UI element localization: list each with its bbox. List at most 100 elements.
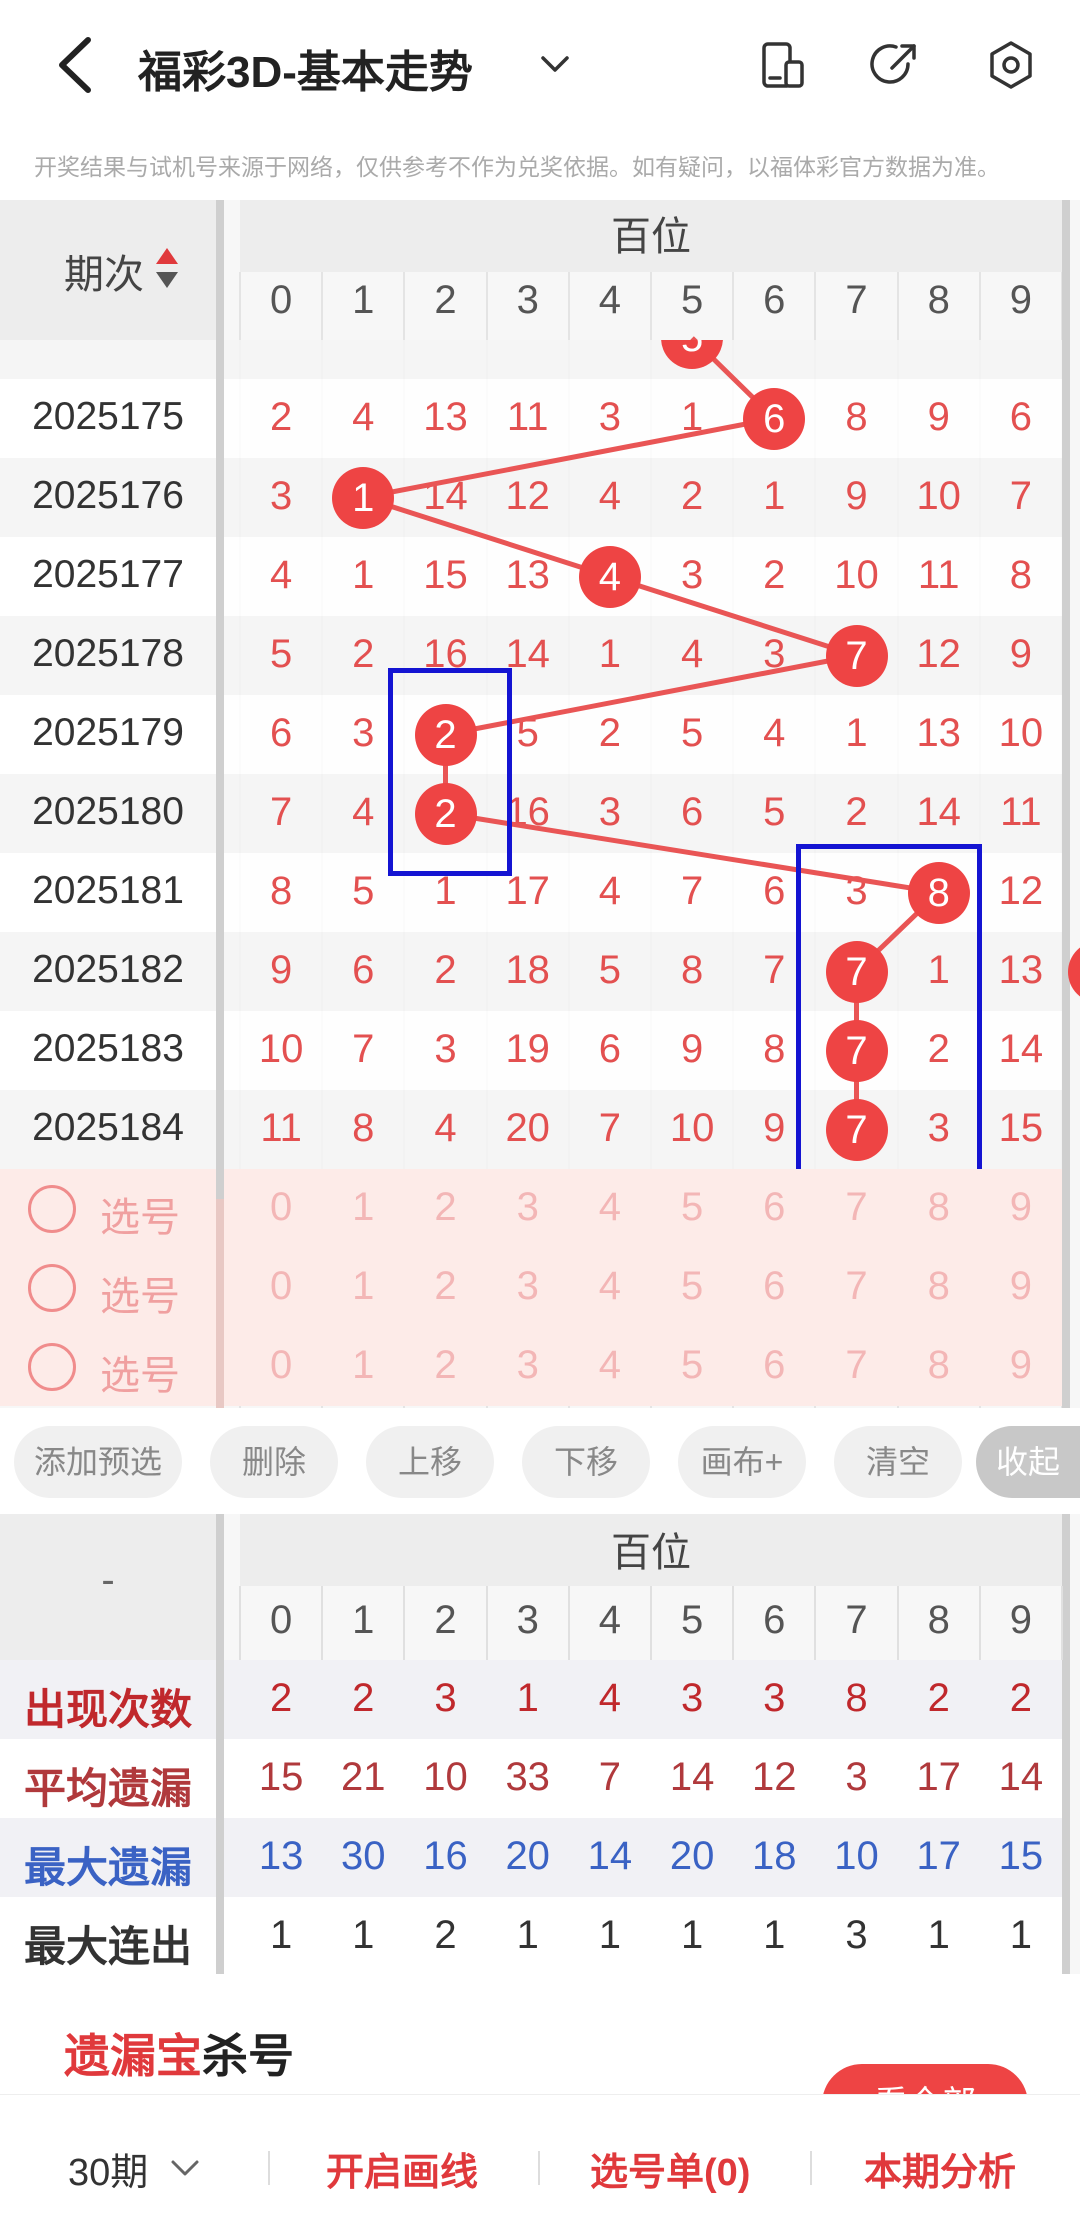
period-analysis-button[interactable]: 本期分析 — [864, 2141, 1016, 2196]
pick-digit-9[interactable]: 9 — [980, 1343, 1062, 1388]
stats-value: 3 — [763, 1676, 786, 1720]
column-divider — [650, 1586, 652, 1660]
pick-radio-1[interactable] — [28, 1264, 76, 1312]
column-divider — [239, 1586, 241, 1660]
highlight-box-2 — [388, 668, 512, 876]
enable-drawing-button[interactable]: 开启画线 — [326, 2141, 478, 2196]
period-select[interactable]: 30期 — [68, 2141, 148, 2196]
pick-digit-3[interactable]: 3 — [487, 1264, 569, 1309]
pick-list-button[interactable]: 选号单(0) — [590, 2141, 750, 2196]
stats-digit-header-7: 7 — [845, 1598, 868, 1642]
column-divider — [321, 1586, 324, 1660]
card-title-highlight: 遗漏宝 — [64, 2030, 202, 2082]
pick-digit-6[interactable]: 6 — [733, 1185, 815, 1230]
stats-value: 15 — [998, 1834, 1044, 1878]
stats-value: 2 — [1009, 1676, 1033, 1720]
stats-row-label: 最大遗漏 — [23, 1844, 192, 1891]
stats-value: 2 — [927, 1676, 950, 1720]
stats-value: 8 — [845, 1676, 868, 1720]
card-title-rest: 杀号 — [202, 2030, 294, 2082]
stats-value: 13 — [258, 1834, 304, 1878]
delete-button[interactable]: 删除 — [210, 1426, 338, 1498]
frozen-column-divider — [216, 1199, 224, 1408]
pick-digit-3[interactable]: 3 — [487, 1343, 569, 1388]
pick-digit-4[interactable]: 4 — [569, 1264, 651, 1309]
divider — [268, 2151, 270, 2185]
pick-digit-2[interactable]: 2 — [404, 1343, 486, 1388]
pick-digit-8[interactable]: 8 — [898, 1185, 980, 1230]
stats-value: 20 — [505, 1834, 550, 1878]
canvas-plus-button[interactable]: 画布+ — [678, 1426, 806, 1498]
stats-digit-header-5: 5 — [680, 1598, 704, 1642]
stats-value: 17 — [916, 1755, 961, 1799]
column-divider — [978, 1586, 981, 1660]
pick-digit-6[interactable]: 6 — [733, 1343, 815, 1388]
pick-digit-9[interactable]: 9 — [980, 1185, 1062, 1230]
stats-table: - 百位 0123456789 出现次数 2 2 3 1 4 3 3 8 2 2 平均遗漏 15 21 10… — [0, 1514, 1080, 1976]
pick-radio-0[interactable] — [28, 1185, 76, 1233]
right-edge-divider — [1062, 1514, 1070, 1974]
stats-value: 1 — [763, 1913, 786, 1957]
pick-label: 选号 — [100, 1354, 180, 1398]
stats-value: 14 — [998, 1755, 1044, 1799]
pick-digit-1[interactable]: 1 — [322, 1264, 404, 1309]
pick-digit-2[interactable]: 2 — [404, 1264, 486, 1309]
stats-digit-header-1: 1 — [352, 1598, 375, 1642]
stats-value: 3 — [434, 1676, 457, 1720]
pick-digit-6[interactable]: 6 — [733, 1264, 815, 1309]
column-divider — [814, 1586, 817, 1660]
stats-corner: - — [101, 1558, 115, 1602]
move-down-button[interactable]: 下移 — [522, 1426, 650, 1498]
hit-ball: 1 — [332, 466, 395, 529]
stats-value: 1 — [516, 1913, 539, 1957]
trend-table: 期次 百位 0123456789 20251741312102978520251… — [0, 200, 1080, 1408]
pick-digit-2[interactable]: 2 — [404, 1185, 486, 1230]
stats-value: 12 — [752, 1755, 797, 1799]
stats-value: 30 — [341, 1834, 386, 1878]
pick-digit-7[interactable]: 7 — [815, 1185, 897, 1230]
bottom-bar: 30期 开启画线 选号单(0) 本期分析 — [0, 2094, 1080, 2237]
chevron-down-icon[interactable] — [168, 2151, 202, 2185]
column-divider — [485, 1586, 488, 1660]
page-title[interactable]: 福彩3D-基本走势 — [138, 36, 473, 100]
pick-digit-3[interactable]: 3 — [487, 1185, 569, 1230]
clear-button[interactable]: 清空 — [834, 1426, 962, 1498]
chevron-down-icon[interactable] — [535, 44, 575, 84]
pick-digit-4[interactable]: 4 — [569, 1343, 651, 1388]
stats-digit-header-6: 6 — [763, 1598, 786, 1642]
pick-digit-1[interactable]: 1 — [322, 1185, 404, 1230]
column-divider — [403, 1586, 406, 1660]
share-arrow-icon[interactable] — [868, 38, 922, 92]
hit-ball: 7 — [825, 624, 888, 687]
pick-digit-8[interactable]: 8 — [898, 1343, 980, 1388]
stats-value: 3 — [680, 1676, 704, 1720]
pick-digit-7[interactable]: 7 — [815, 1343, 897, 1388]
pick-digit-8[interactable]: 8 — [898, 1264, 980, 1309]
pick-digit-7[interactable]: 7 — [815, 1264, 897, 1309]
pick-digit-5[interactable]: 5 — [651, 1185, 733, 1230]
settings-hexagon-icon[interactable] — [984, 38, 1038, 92]
stats-value: 1 — [598, 1913, 622, 1957]
stats-value: 1 — [352, 1913, 375, 1957]
add-preselect-button[interactable]: 添加预选 — [14, 1426, 182, 1498]
stats-value: 1 — [516, 1676, 539, 1720]
move-up-button[interactable]: 上移 — [366, 1426, 494, 1498]
stats-value: 14 — [669, 1755, 715, 1799]
pick-digit-0[interactable]: 0 — [240, 1264, 322, 1309]
pick-digit-1[interactable]: 1 — [322, 1343, 404, 1388]
stats-digit-header-2: 2 — [434, 1598, 457, 1642]
stats-value: 1 — [927, 1913, 950, 1957]
stats-value: 10 — [423, 1755, 468, 1799]
collapse-button[interactable]: 收起 — [976, 1426, 1080, 1498]
phone-layout-icon[interactable] — [756, 38, 810, 92]
back-arrow-icon[interactable] — [48, 30, 108, 100]
pick-digit-9[interactable]: 9 — [980, 1264, 1062, 1309]
pick-digit-5[interactable]: 5 — [651, 1343, 733, 1388]
pick-digit-5[interactable]: 5 — [651, 1264, 733, 1309]
pick-digit-0[interactable]: 0 — [240, 1343, 322, 1388]
pick-digit-4[interactable]: 4 — [569, 1185, 651, 1230]
pick-digit-0[interactable]: 0 — [240, 1185, 322, 1230]
stats-row-label: 最大连出 — [23, 1923, 192, 1970]
pick-radio-2[interactable] — [28, 1343, 76, 1391]
stats-value: 7 — [598, 1755, 622, 1799]
